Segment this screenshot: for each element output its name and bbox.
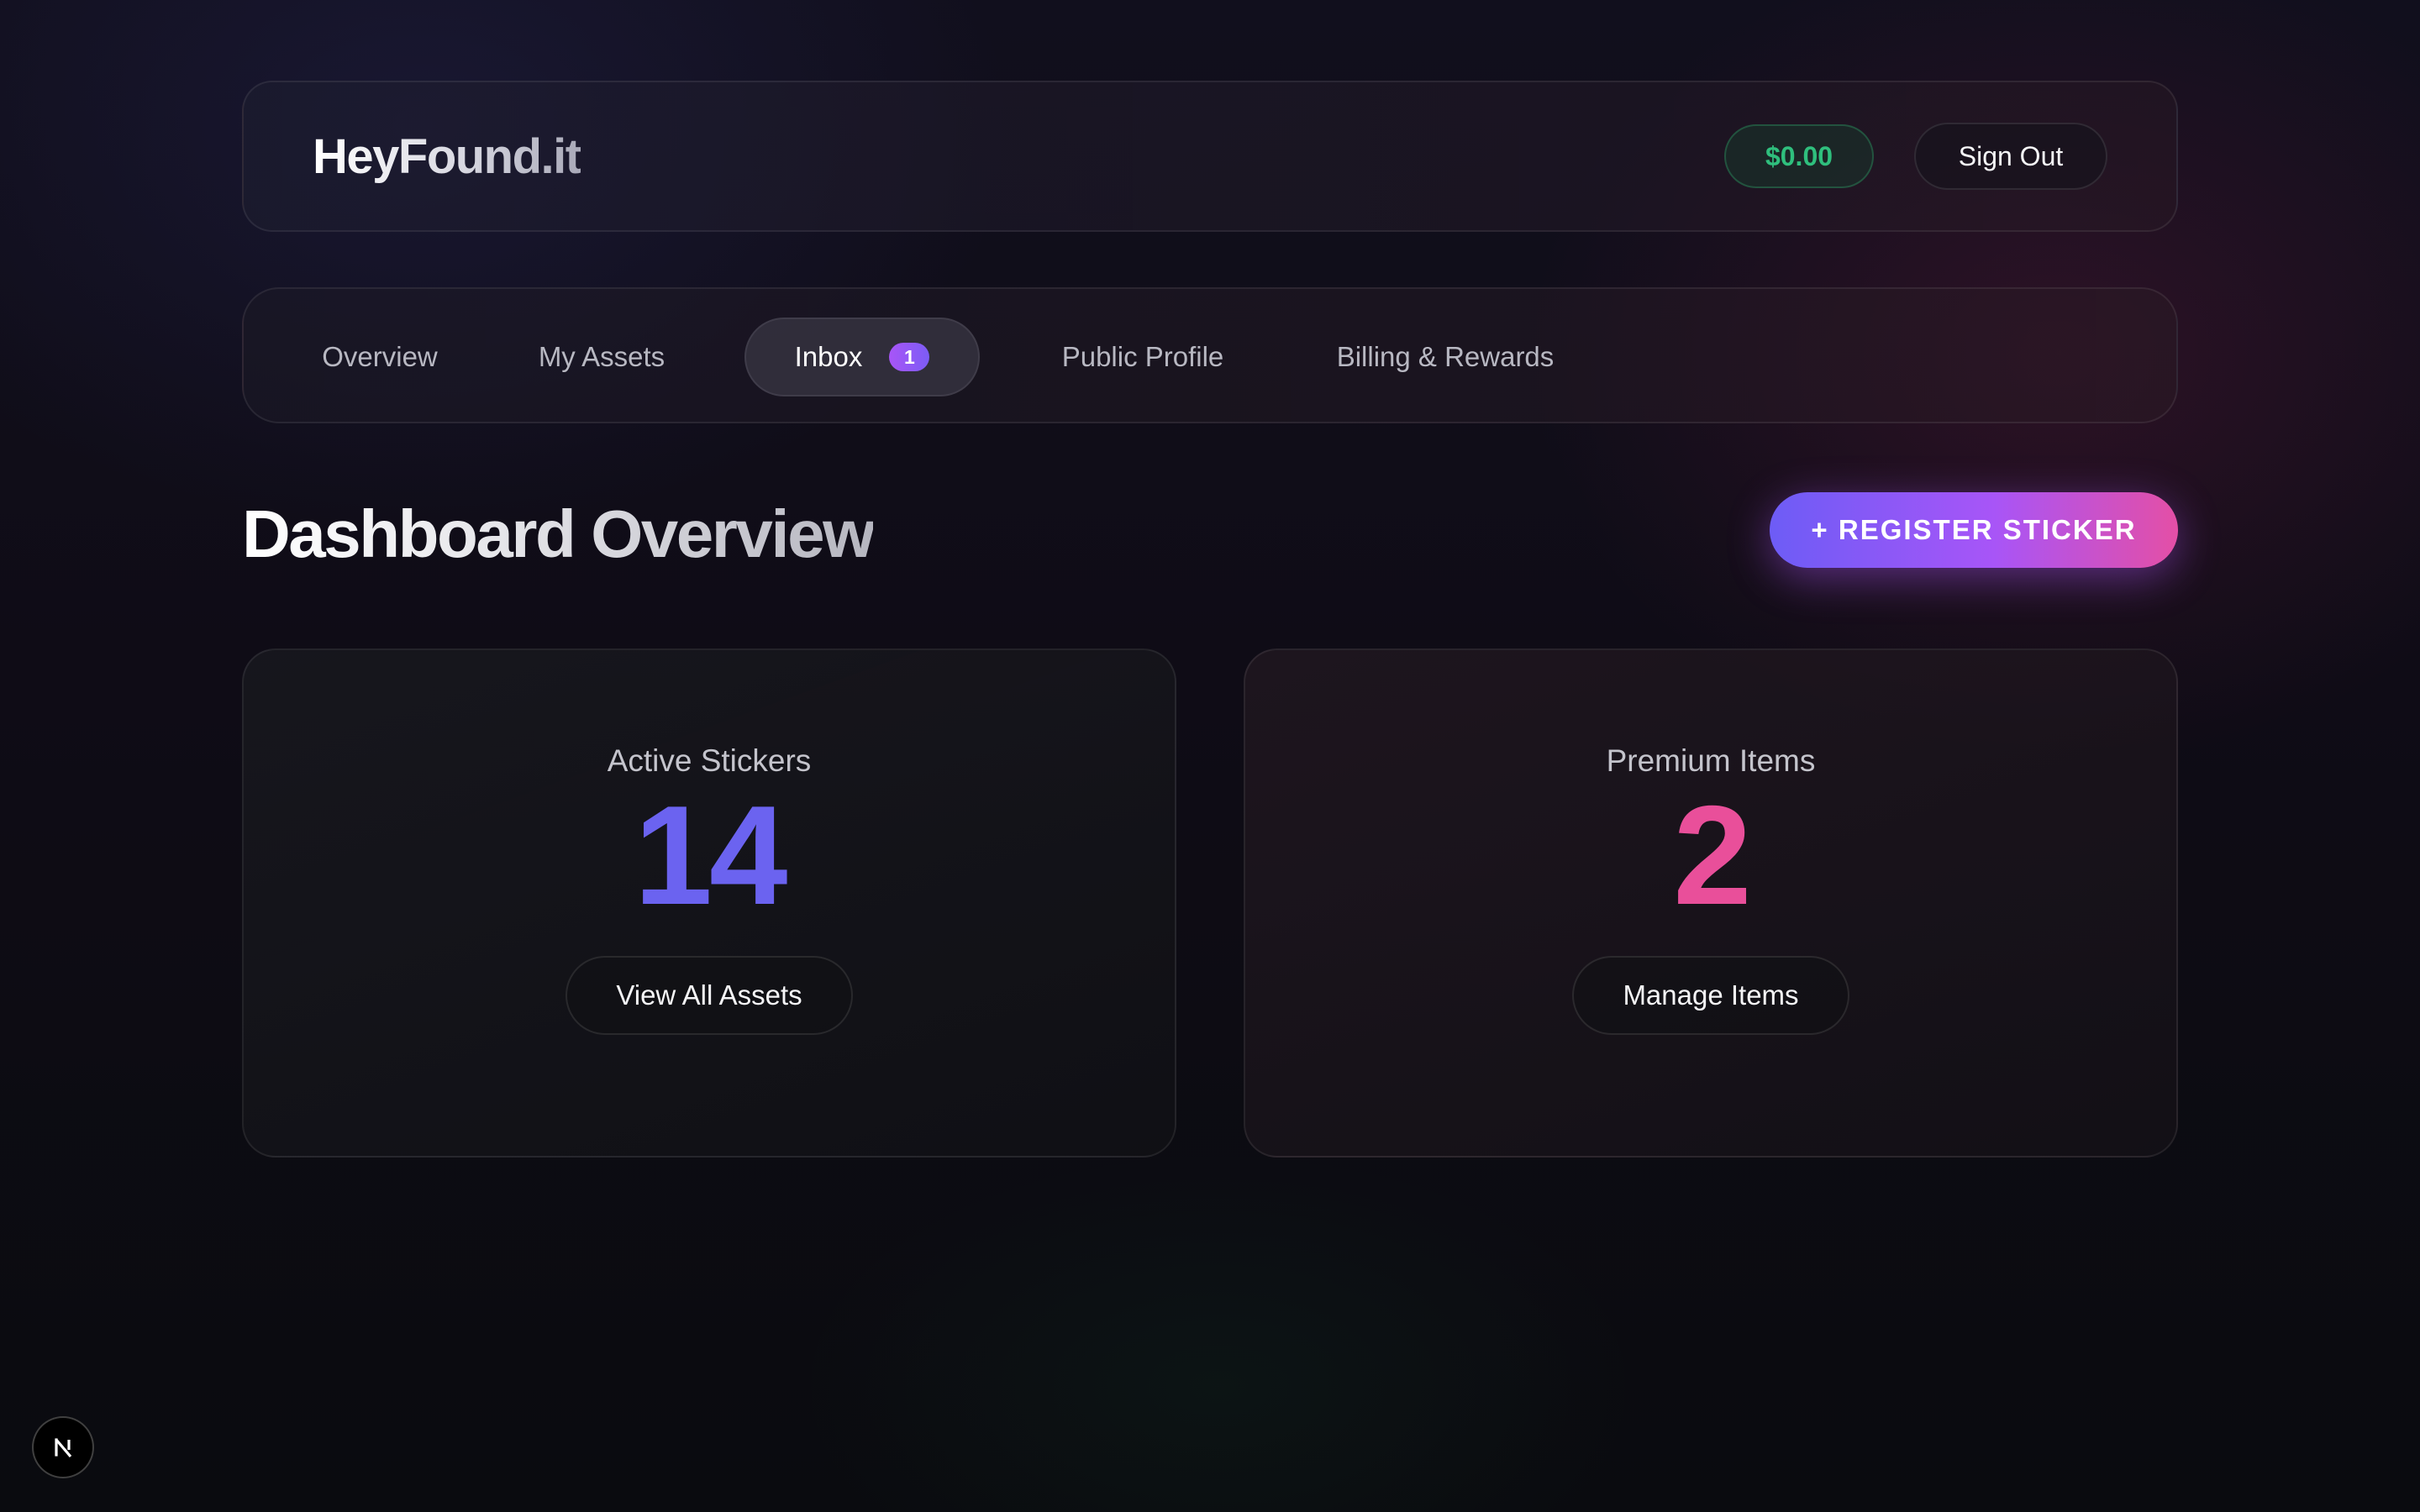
dashboard-tabs: Overview My Assets Inbox 1 Public Profil… <box>242 287 2178 423</box>
sign-out-button[interactable]: Sign Out <box>1914 123 2107 190</box>
nextjs-dev-indicator[interactable] <box>32 1416 94 1478</box>
balance-badge[interactable]: $0.00 <box>1724 124 1874 188</box>
view-all-assets-button[interactable]: View All Assets <box>566 956 853 1035</box>
tab-label: My Assets <box>538 341 666 372</box>
tab-public-profile[interactable]: Public Profile <box>1018 318 1267 396</box>
tab-billing-rewards[interactable]: Billing & Rewards <box>1302 318 1588 396</box>
tab-label: Billing & Rewards <box>1336 341 1555 372</box>
active-stickers-card: Active Stickers 14 View All Assets <box>242 648 1176 1158</box>
tab-my-assets[interactable]: My Assets <box>502 318 701 396</box>
brand-logo[interactable]: HeyFound.it <box>313 129 581 185</box>
app-header: HeyFound.it $0.00 Sign Out <box>242 81 2178 232</box>
inbox-count-badge: 1 <box>889 343 930 371</box>
tab-label: Public Profile <box>1061 341 1224 372</box>
page-title: Dashboard Overview <box>242 492 875 576</box>
nextjs-logo-icon <box>55 1438 72 1458</box>
premium-items-count: 2 <box>1673 776 1751 934</box>
register-sticker-button[interactable]: + REGISTER STICKER <box>1770 492 2178 568</box>
card-label: Premium Items <box>1606 743 1816 778</box>
premium-items-card: Premium Items 2 Manage Items <box>1244 648 2178 1158</box>
tab-label: Inbox <box>794 341 863 372</box>
card-label: Active Stickers <box>607 743 812 778</box>
manage-items-button[interactable]: Manage Items <box>1572 956 1849 1035</box>
tab-label: Overview <box>322 341 438 372</box>
tab-overview[interactable]: Overview <box>296 318 464 396</box>
active-stickers-count: 14 <box>634 776 788 934</box>
tab-inbox[interactable]: Inbox 1 <box>744 318 980 396</box>
